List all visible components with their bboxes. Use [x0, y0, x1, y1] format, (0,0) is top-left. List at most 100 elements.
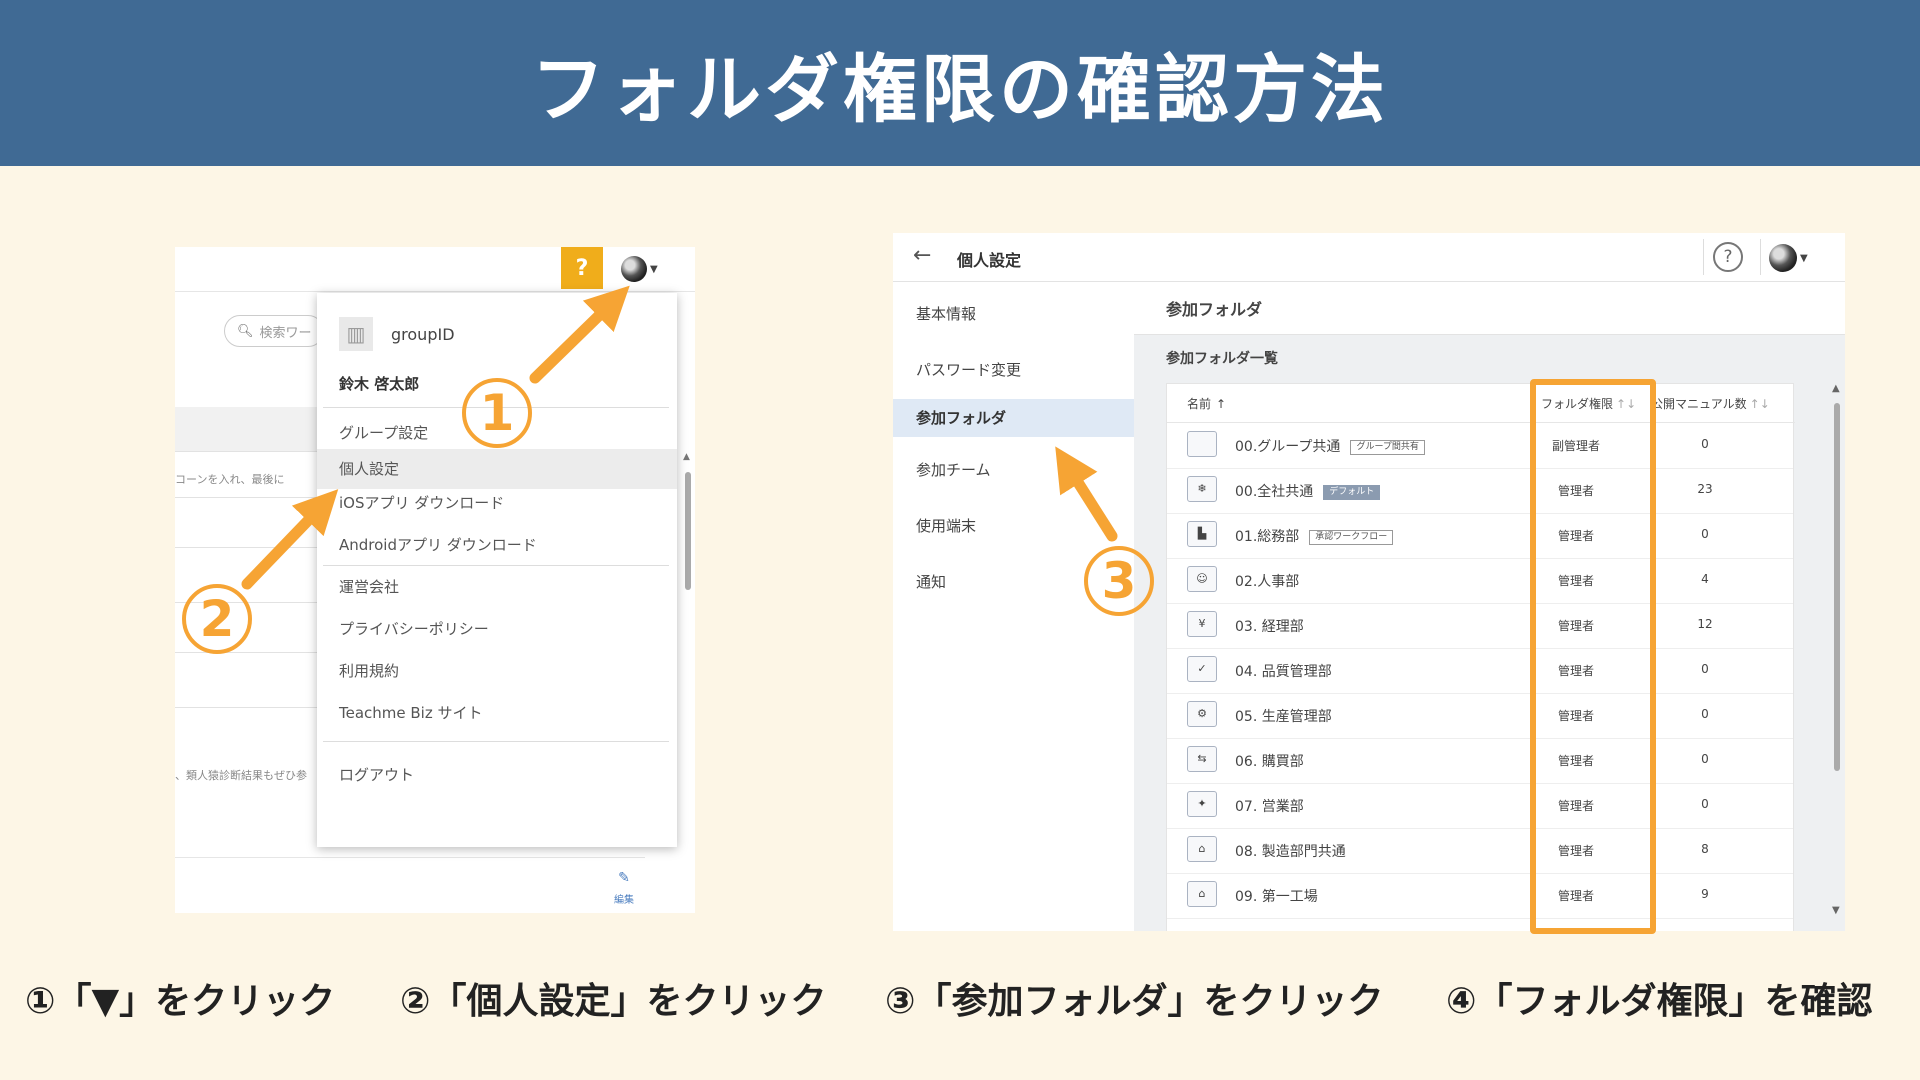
- table-row[interactable]: ❄ 00.全社共通 デフォルト 管理者 23: [1167, 468, 1793, 514]
- column-manuals-label: 公開マニュアル数: [1651, 397, 1747, 411]
- scrollbar[interactable]: ▲ ▼: [1831, 383, 1843, 923]
- divider: [175, 707, 317, 708]
- manual-count: 0: [1701, 527, 1709, 541]
- sidebar-item-password[interactable]: パスワード変更: [893, 351, 1134, 389]
- sidebar-item-basic-info[interactable]: 基本情報: [893, 295, 1134, 333]
- manual-count: 0: [1701, 797, 1709, 811]
- pencil-icon[interactable]: ✎: [609, 870, 639, 886]
- folder-table: 名前 ↑ フォルダ権限 ↑↓ 公開マニュアル数 ↑↓ 00.グループ共通 グループ間共有…: [1166, 383, 1795, 931]
- manual-count: 0: [1701, 707, 1709, 721]
- menu-item-logout[interactable]: ログアウト: [317, 755, 677, 795]
- folder-name-text: 00.グループ共通: [1235, 439, 1341, 455]
- manual-count: 0: [1701, 752, 1709, 766]
- table-row[interactable]: 00.グループ共通 グループ間共有 副管理者 0: [1167, 423, 1793, 469]
- page-title: フォルダ権限の確認方法: [531, 46, 1389, 133]
- menu-item-company[interactable]: 運営会社: [317, 567, 677, 607]
- column-manuals[interactable]: 公開マニュアル数 ↑↓: [1651, 395, 1770, 412]
- manual-count: 12: [1697, 617, 1713, 631]
- screen-title: 個人設定: [957, 251, 1022, 270]
- check-folder-icon: ✓: [1187, 656, 1217, 682]
- folder-name-text: 04. 品質管理部: [1235, 664, 1332, 680]
- caret-down-icon: ▼: [1800, 252, 1808, 264]
- manual-count: 4: [1701, 572, 1709, 586]
- menu-item-ios-download[interactable]: iOSアプリ ダウンロード: [317, 483, 677, 523]
- scrollbar-thumb[interactable]: [685, 472, 691, 590]
- folder-name: 08. 製造部門共通: [1235, 841, 1346, 861]
- folder-name: 02.人事部: [1235, 571, 1299, 591]
- folder-name: 00.全社共通 デフォルト: [1235, 481, 1381, 501]
- table-row[interactable]: ¥03. 経理部 管理者 12: [1167, 603, 1793, 649]
- help-icon[interactable]: ?: [1713, 242, 1743, 272]
- avatar: [1769, 244, 1797, 272]
- folder-name: 09. 第一工場: [1235, 886, 1318, 906]
- folder-tag-badge: 承認ワークフロー: [1309, 529, 1394, 545]
- sidebar-item-teams[interactable]: 参加チーム: [893, 451, 1134, 489]
- step-marker-3: 3: [1084, 546, 1154, 616]
- folder-name-text: 09. 第一工場: [1235, 889, 1318, 905]
- back-arrow-icon[interactable]: ←: [913, 243, 931, 268]
- search-input[interactable]: 🔍︎ 検索ワー: [224, 315, 324, 347]
- menu-divider: [323, 565, 669, 566]
- table-row[interactable]: ▙ 01.総務部 承認ワークフロー 管理者 0: [1167, 513, 1793, 559]
- scroll-up-icon[interactable]: ▲: [683, 452, 690, 462]
- account-menu-button[interactable]: ▼: [1769, 244, 1808, 272]
- help-button[interactable]: ?: [561, 247, 603, 289]
- folder-name: 06. 購買部: [1235, 751, 1304, 771]
- menu-header: ▥ groupID: [339, 317, 455, 351]
- permission-column-highlight: [1530, 379, 1656, 934]
- folder-icon: [1187, 431, 1217, 457]
- scroll-down-icon[interactable]: ▼: [1832, 905, 1840, 916]
- top-bar: ? ▼: [175, 247, 695, 292]
- folder-name-text: 02.人事部: [1235, 574, 1300, 590]
- section-title: 参加フォルダ: [1166, 300, 1263, 319]
- divider: [175, 451, 317, 452]
- sidebar-item-folders[interactable]: 参加フォルダ: [893, 399, 1134, 437]
- menu-item-site[interactable]: Teachme Biz サイト: [317, 693, 677, 733]
- account-dropdown-menu: ▥ groupID 鈴木 啓太郎 グループ設定 個人設定 iOSアプリ ダウンロ…: [317, 293, 677, 847]
- search-icon: 🔍︎: [237, 323, 254, 339]
- manual-count: 23: [1697, 482, 1713, 496]
- column-name[interactable]: 名前 ↑: [1187, 395, 1226, 412]
- scrollbar[interactable]: ▲: [683, 452, 693, 602]
- folder-tag-badge: グループ間共有: [1350, 439, 1425, 455]
- account-menu-button[interactable]: ▼: [621, 256, 661, 282]
- people-folder-icon: ☺: [1187, 566, 1217, 592]
- handshake-folder-icon: ✦: [1187, 791, 1217, 817]
- divider: [1703, 239, 1704, 275]
- background-text: 、類人猿診断結果もぜひ参: [175, 769, 307, 782]
- step-instructions: ①「▼」をクリック ②「個人設定」をクリック ③「参加フォルダ」をクリック ④「…: [0, 972, 1920, 1032]
- folder-name: 01.総務部 承認ワークフロー: [1235, 526, 1394, 546]
- table-row[interactable]: ⚙ 05. 生産管理部 管理者 0: [1167, 693, 1793, 739]
- scroll-up-icon[interactable]: ▲: [1832, 383, 1840, 394]
- folder-tag-badge: デフォルト: [1323, 484, 1381, 500]
- list-title: 参加フォルダ一覧: [1166, 351, 1278, 367]
- step-marker-1: 1: [462, 378, 532, 448]
- folder-name-text: 08. 製造部門共通: [1235, 844, 1346, 860]
- gear-folder-icon: ⚙: [1187, 701, 1217, 727]
- avatar: [621, 256, 647, 282]
- table-row[interactable]: ⇆ 06. 購買部 管理者 0: [1167, 738, 1793, 784]
- menu-item-privacy[interactable]: プライバシーポリシー: [317, 609, 677, 649]
- table-row[interactable]: ⌂ 09. 第一工場 管理者 9: [1167, 873, 1793, 919]
- table-row[interactable]: ✓ 04. 品質管理部 管理者 0: [1167, 648, 1793, 694]
- menu-item-android-download[interactable]: Androidアプリ ダウンロード: [317, 525, 677, 565]
- table-row[interactable]: ✦ 07. 営業部 管理者 0: [1167, 783, 1793, 829]
- divider: [175, 547, 317, 548]
- folder-name-text: 06. 購買部: [1235, 754, 1304, 770]
- manual-count: 0: [1701, 662, 1709, 676]
- manual-count: 0: [1701, 437, 1709, 451]
- caret-down-icon: ▼: [650, 263, 658, 275]
- menu-item-terms[interactable]: 利用規約: [317, 651, 677, 691]
- right-screenshot: ← 個人設定 ? ▼ 基本情報 パスワード変更 参加フォルダ 参加チーム 使用端…: [893, 233, 1845, 931]
- folder-name-text: 05. 生産管理部: [1235, 709, 1332, 725]
- step-marker-2: 2: [182, 584, 252, 654]
- factory-folder-icon: ⌂: [1187, 881, 1217, 907]
- folder-name: 00.グループ共通 グループ間共有: [1235, 436, 1425, 456]
- manual-count: 8: [1701, 842, 1709, 856]
- step-2-text: ②「個人設定」をクリック: [400, 981, 827, 1022]
- table-row[interactable]: ⌂ 08. 製造部門共通 管理者 8: [1167, 828, 1793, 874]
- scrollbar-thumb[interactable]: [1834, 403, 1840, 771]
- sidebar-item-devices[interactable]: 使用端末: [893, 507, 1134, 545]
- user-name: 鈴木 啓太郎: [339, 375, 420, 393]
- table-row[interactable]: ☺ 02.人事部 管理者 4: [1167, 558, 1793, 604]
